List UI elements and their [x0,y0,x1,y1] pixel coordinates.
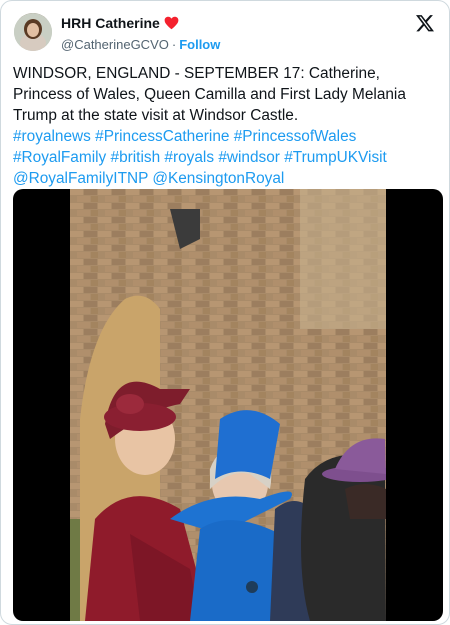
tweet-text: WINDSOR, ENGLAND - SEPTEMBER 17: Catheri… [13,63,439,189]
video-frame [70,189,386,621]
separator-dot: · [171,36,177,52]
hashtag-link[interactable]: #TrumpUKVisit [284,149,387,166]
video-media[interactable] [13,189,443,621]
hashtag-link[interactable]: #PrincessofWales [234,128,357,145]
mention-link[interactable]: @RoyalFamilyITNP [13,170,148,187]
hashtag-link[interactable]: #PrincessCatherine [95,128,229,145]
hashtag-line: #royalnews #PrincessCatherine #Princesso… [13,126,439,147]
hashtag-link[interactable]: #british [111,149,161,166]
profile-avatar[interactable] [14,13,52,51]
hashtag-link[interactable]: #royalnews [13,128,91,145]
tweet-text-line: WINDSOR, ENGLAND - SEPTEMBER 17: Catheri… [13,65,380,82]
follow-button[interactable]: Follow [179,37,220,52]
video-still-image [70,189,386,621]
hashtag-line: #RoyalFamily #british #royals #windsor #… [13,147,439,168]
tweet-header: HRH Catherine @CatherineGCVO · Follow [11,9,439,53]
display-name[interactable]: HRH Catherine [61,15,160,31]
author-info: HRH Catherine @CatherineGCVO · Follow [61,13,220,54]
hashtag-link[interactable]: #royals [164,149,214,166]
tweet-text-line: Trump at the state visit at Windsor Cast… [13,107,299,124]
author-handle[interactable]: @CatherineGCVO [61,37,169,52]
hashtag-link[interactable]: #RoyalFamily [13,149,106,166]
mention-link[interactable]: @KensingtonRoyal [152,170,284,187]
hashtag-link[interactable]: #windsor [218,149,280,166]
heart-icon [164,16,179,30]
mention-line: @RoyalFamilyITNP @KensingtonRoyal [13,168,439,189]
avatar-photo-icon [14,13,52,51]
x-logo-icon[interactable] [415,13,435,33]
tweet-card: HRH Catherine @CatherineGCVO · Follow WI… [0,0,450,625]
tweet-text-line: Princess of Wales, Queen Camilla and Fir… [13,86,406,103]
